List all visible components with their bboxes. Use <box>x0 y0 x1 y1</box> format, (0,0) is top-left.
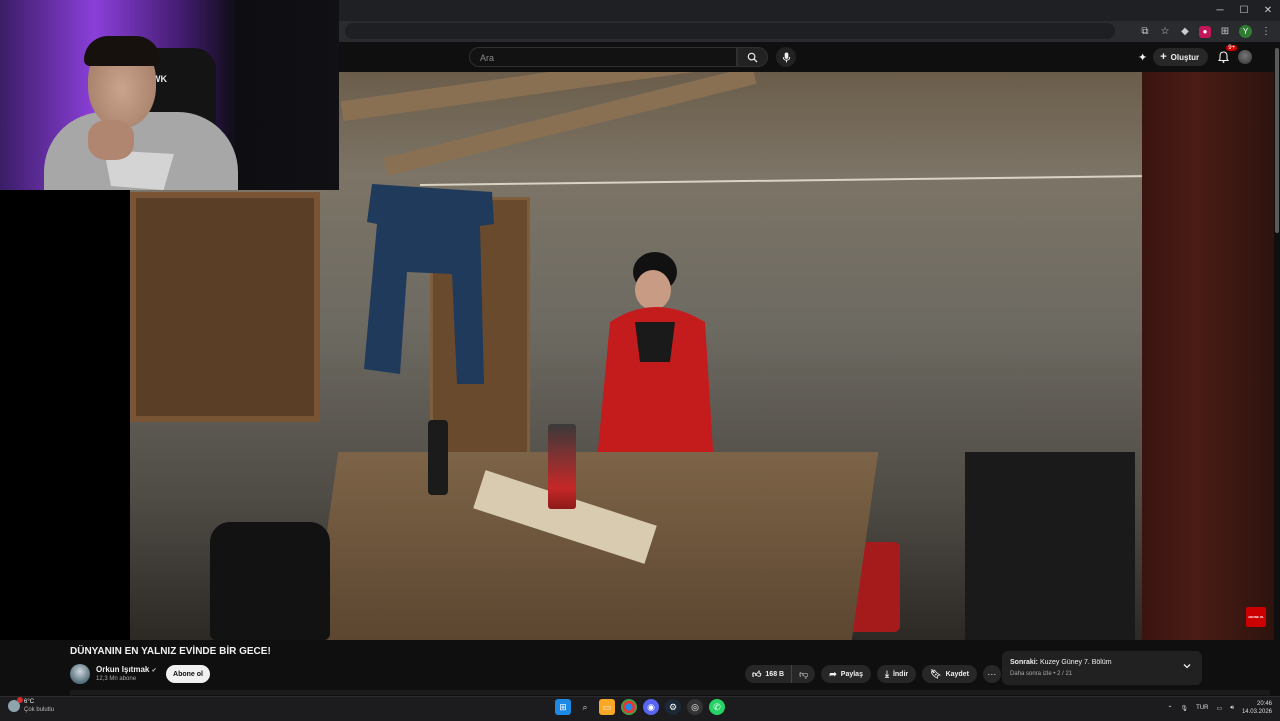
download-icon: ⤓ <box>884 668 889 679</box>
discord-icon[interactable]: ◉ <box>643 699 659 715</box>
subscriber-count: 12,3 Mn abone <box>96 676 137 682</box>
microphone-icon <box>782 51 790 63</box>
bookmark-star-icon[interactable]: ☆ <box>1159 26 1171 38</box>
browser-toolbar-icons: ⧉ ☆ ◆ ● ⊞ Y ⋮ <box>1139 22 1272 41</box>
plus-icon: + <box>1160 51 1167 63</box>
extensions-puzzle-icon[interactable]: ⊞ <box>1219 26 1231 38</box>
minimize-button[interactable]: ─ <box>1208 0 1232 21</box>
streamer-hand <box>88 120 134 160</box>
weather-temperature: 6°C <box>24 699 35 705</box>
system-tray: ⌃ 🎙︎ TUR ▭ 🔊︎ 20:46 14.03.2026 <box>1168 698 1272 718</box>
thumbs-down-icon: 👎︎ <box>799 668 809 679</box>
language-indicator[interactable]: TUR <box>1196 705 1208 711</box>
notification-badge: 9+ <box>1226 45 1238 51</box>
channel-name-text: Orkun Işıtmak <box>96 665 150 674</box>
share-button[interactable]: ➦ Paylaş <box>821 665 871 683</box>
steam-icon[interactable]: ⚙ <box>665 699 681 715</box>
extension-pink-icon[interactable]: ● <box>1199 25 1211 38</box>
close-button[interactable]: ✕ <box>1256 0 1280 21</box>
voice-search-button[interactable] <box>776 47 796 67</box>
like-count: 168 B <box>765 670 785 678</box>
chrome-icon[interactable] <box>621 699 637 715</box>
account-avatar[interactable] <box>1238 50 1253 64</box>
taskbar-apps: ⊞ ⌕ ▭ ◉ ⚙ ◎ ✆ <box>555 699 725 715</box>
search-box <box>469 47 737 67</box>
video-title: DÜNYANIN EN YALNIZ EVİNDE BİR GECE! <box>70 646 271 657</box>
camping-stove <box>548 424 576 509</box>
page-scrollbar-thumb[interactable] <box>1275 48 1279 233</box>
subscribe-overlay-badge[interactable]: ABONE OL <box>1246 607 1266 627</box>
search-icon <box>747 52 758 63</box>
weather-alert-badge <box>17 697 23 703</box>
next-prefix: Sonraki: <box>1010 659 1039 666</box>
subscribe-overlay-label: ABONE OL <box>1248 615 1264 619</box>
thermos-bottle <box>428 420 448 495</box>
subscribe-button[interactable]: Abone ol <box>166 665 210 683</box>
address-bar[interactable] <box>345 23 1115 39</box>
chevron-down-icon[interactable] <box>1182 661 1192 671</box>
premium-gift-icon[interactable]: ✦ <box>1138 51 1147 64</box>
video-edge-fill <box>1142 72 1280 640</box>
notifications-button[interactable]: 9+ <box>1214 45 1238 66</box>
install-app-icon[interactable]: ⧉ <box>1139 26 1151 38</box>
search-button[interactable] <box>737 47 768 67</box>
save-label: Kaydet <box>945 670 969 678</box>
verified-icon: ✔ <box>151 668 157 674</box>
network-icon[interactable]: ▭ <box>1217 705 1223 712</box>
share-label: Paylaş <box>840 670 863 678</box>
whatsapp-icon[interactable]: ✆ <box>709 699 725 715</box>
obs-icon[interactable]: ◎ <box>687 699 703 715</box>
wooden-window <box>130 192 320 422</box>
browser-menu-icon[interactable]: ⋮ <box>1260 26 1272 38</box>
next-title: Sonraki: Kuzey Güney 7. Bölüm <box>1010 659 1112 666</box>
video-actions: 👍︎ 168 B 👎︎ ➦ Paylaş ⤓ İndir 🔖︎ Kaydet ·… <box>745 665 1001 683</box>
backpack <box>210 522 330 640</box>
share-arrow-icon: ➦ <box>829 668 837 679</box>
weather-widget[interactable]: 6°C Çok bulutlu <box>8 697 55 714</box>
download-label: İndir <box>892 670 909 678</box>
bell-icon <box>1217 51 1229 63</box>
profile-avatar[interactable]: Y <box>1239 25 1252 38</box>
horizontal-scrollbar[interactable] <box>70 690 1270 695</box>
like-dislike-group: 👍︎ 168 B 👎︎ <box>745 665 816 683</box>
next-subtitle: Daha sonra izle • 2 / 21 <box>1010 671 1073 677</box>
more-dots-icon: ··· <box>987 669 997 679</box>
tray-mic-icon[interactable]: 🎙︎ <box>1181 705 1189 712</box>
next-in-playlist-card[interactable]: Sonraki: Kuzey Güney 7. Bölüm Daha sonra… <box>1002 651 1202 685</box>
weather-description: Çok bulutlu <box>24 707 55 713</box>
create-button[interactable]: + Oluştur <box>1153 48 1209 66</box>
start-button[interactable]: ⊞ <box>555 699 571 715</box>
create-label: Oluştur <box>1170 52 1200 62</box>
bookmark-icon: 🔖︎ <box>930 668 942 679</box>
dislike-button[interactable]: 👎︎ <box>792 665 815 683</box>
clothesline <box>419 175 1142 186</box>
file-explorer-icon[interactable]: ▭ <box>599 699 615 715</box>
channel-avatar[interactable] <box>70 664 90 684</box>
tray-chevron-icon[interactable]: ⌃ <box>1168 705 1173 712</box>
cloud-icon <box>8 697 23 712</box>
like-button[interactable]: 👍︎ 168 B <box>745 665 793 683</box>
more-actions-button[interactable]: ··· <box>982 665 1001 683</box>
window-controls: ─ ☐ ✕ <box>1208 0 1280 21</box>
taskbar-clock[interactable]: 20:46 14.03.2026 <box>1242 700 1272 716</box>
search-taskbar-icon[interactable]: ⌕ <box>577 699 593 715</box>
extension-diamond-icon[interactable]: ◆ <box>1179 26 1191 38</box>
maximize-button[interactable]: ☐ <box>1232 0 1256 21</box>
hanging-sweater <box>364 184 494 384</box>
clock-date: 14.03.2026 <box>1241 709 1272 715</box>
wood-stove <box>965 452 1135 640</box>
save-button[interactable]: 🔖︎ Kaydet <box>922 665 977 683</box>
channel-name[interactable]: Orkun Işıtmak ✔ <box>96 665 157 674</box>
volume-icon[interactable]: 🔊︎ <box>1230 705 1234 712</box>
download-button[interactable]: ⤓ İndir <box>876 665 917 683</box>
streamer-webcam: WK <box>0 0 339 190</box>
search-input[interactable] <box>478 50 732 66</box>
clock-time: 20:46 <box>1256 701 1272 707</box>
masthead-right: ✦ + Oluştur 9+ <box>1138 45 1253 67</box>
streamer-hair <box>84 36 160 66</box>
thumbs-up-icon: 👍︎ <box>752 668 762 679</box>
next-video-title: Kuzey Güney 7. Bölüm <box>1039 659 1112 666</box>
